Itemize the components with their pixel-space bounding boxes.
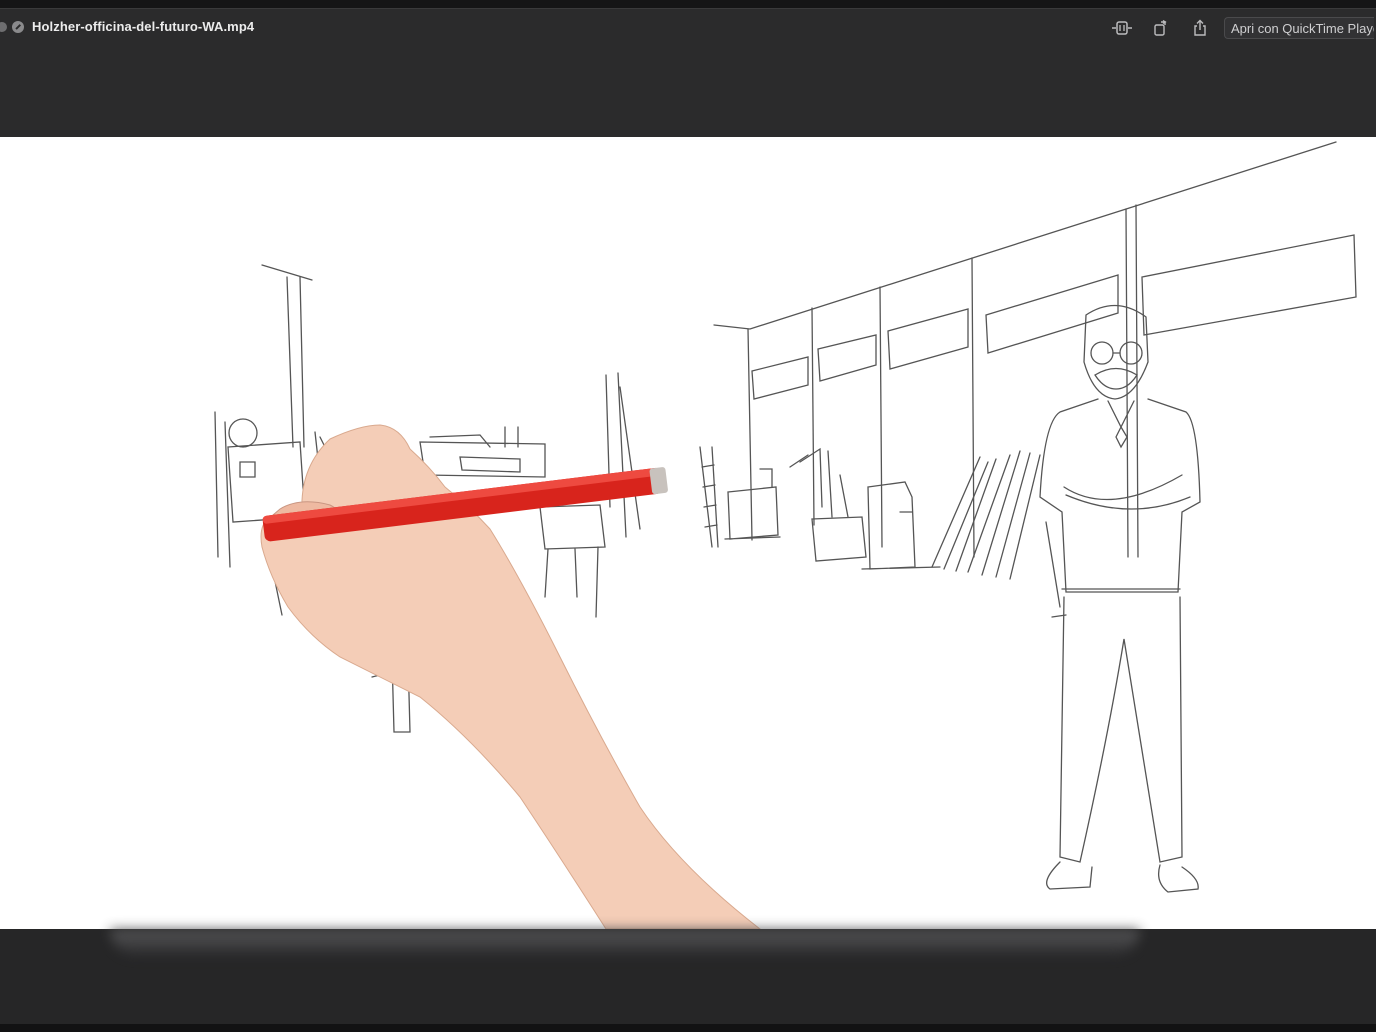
minimize-window-icon[interactable] xyxy=(12,21,24,33)
rotate-icon[interactable] xyxy=(1150,18,1172,38)
top-edge xyxy=(0,0,1376,8)
controls-glow xyxy=(110,929,1140,955)
file-title: Holzher-officina-del-futuro-WA.mp4 xyxy=(32,19,255,34)
title-bar: Holzher-officina-del-futuro-WA.mp4 Apri … xyxy=(0,8,1376,138)
share-icon[interactable] xyxy=(1189,18,1211,38)
open-with-quicktime-button[interactable]: Apri con QuickTime Player xyxy=(1224,17,1374,39)
whiteboard-sketch-image xyxy=(214,141,1357,929)
video-frame[interactable] xyxy=(0,137,1376,929)
trim-icon[interactable] xyxy=(1111,18,1133,38)
close-window-icon[interactable] xyxy=(0,22,7,32)
playback-controls-area xyxy=(0,929,1376,1032)
bottom-edge xyxy=(0,1024,1376,1032)
